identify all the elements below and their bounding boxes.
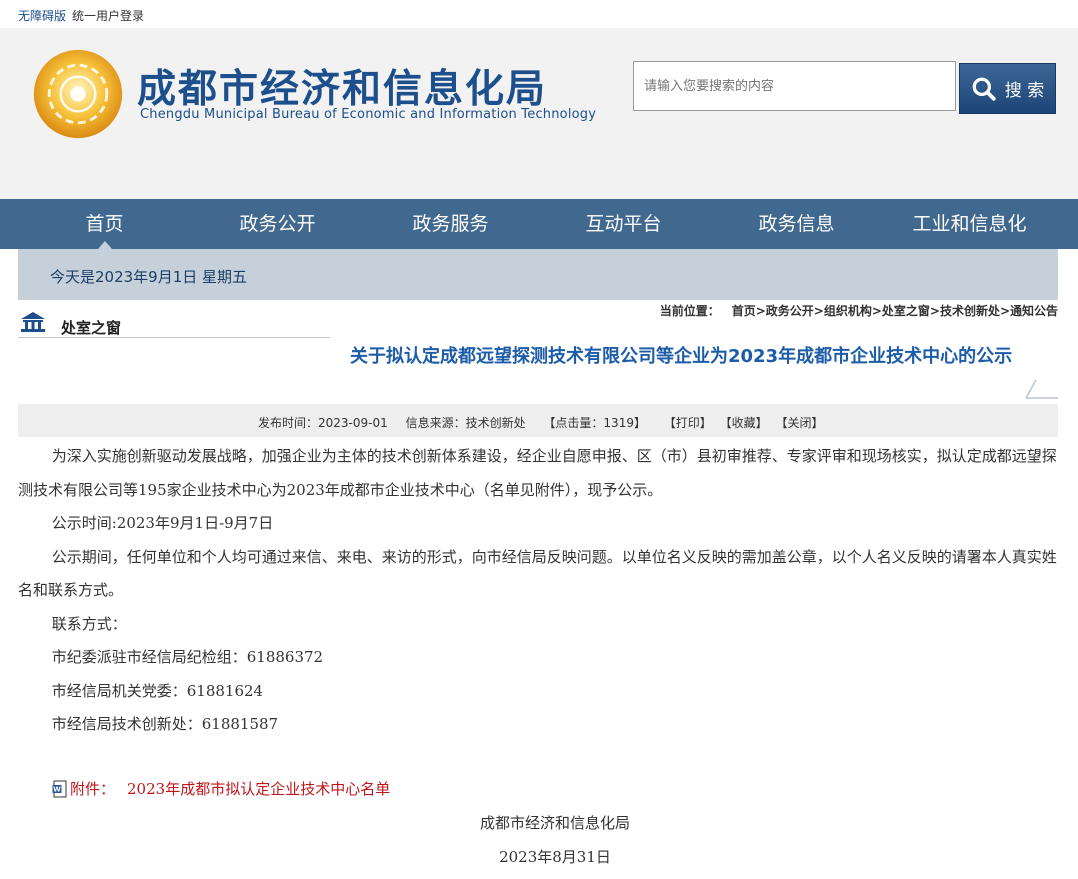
breadcrumb-path[interactable]: 首页>政务公开>组织机构>处室之窗>技术创新处>通知公告: [732, 304, 1058, 318]
article-meta-bar: 发布时间：2023-09-01 信息来源：技术创新处 【点击量：1319】 【打…: [18, 404, 1058, 437]
main-nav: 首页 政务公开 政务服务 互动平台 政务信息 工业和信息化: [0, 199, 1078, 249]
search-icon: [972, 77, 996, 101]
attachment-link[interactable]: 2023年成都市拟认定企业技术中心名单: [127, 778, 390, 799]
search-button[interactable]: 搜 索: [959, 63, 1056, 114]
word-document-icon: W: [52, 780, 67, 797]
date-bar: 今天是2023年9月1日 星期五: [18, 249, 1058, 300]
nav-interactive-platform[interactable]: 互动平台: [537, 199, 710, 249]
hit-count: 【点击量：1319】: [543, 416, 646, 430]
bureau-logo-icon[interactable]: [30, 46, 126, 142]
top-utility-bar: 无障碍版 统一用户登录: [0, 0, 1078, 28]
signature-org: 成都市经济和信息化局: [479, 814, 630, 832]
search-button-label: 搜 索: [1004, 81, 1045, 101]
signature-date: 2023年8月31日: [499, 848, 611, 866]
nav-government-services[interactable]: 政务服务: [364, 199, 537, 249]
print-button[interactable]: 【打印】: [664, 416, 712, 430]
paragraph-contact-heading: 联系方式：: [51, 614, 127, 633]
paragraph-feedback: 公示期间，任何单位和个人均可通过来信、来电、来访的形式，向市经信局反映问题。以单…: [18, 547, 1057, 600]
org-name-en: Chengdu Municipal Bureau of Economic and…: [140, 107, 597, 122]
title-decoration-icon: [1025, 379, 1058, 399]
contact-line: 市经信局技术创新处：61881587: [51, 715, 279, 733]
paragraph-intro: 为深入实施创新驱动发展战略，加强企业为主体的技术创新体系建设，经企业自愿申报、区…: [18, 447, 1057, 499]
search-input[interactable]: [633, 61, 956, 111]
site-header: 成都市经济和信息化局 Chengdu Municipal Bureau of E…: [0, 28, 1078, 199]
publish-time: 发布时间：2023-09-01: [258, 416, 388, 430]
nav-home[interactable]: 首页: [18, 199, 191, 249]
article-title: 关于拟认定成都远望探测技术有限公司等企业为2023年成都市企业技术中心的公示: [350, 346, 1013, 367]
contact-line: 市纪委派驻市经信局纪检组：61886372: [51, 648, 324, 666]
contact-line: 市经信局机关党委：61881624: [51, 681, 264, 700]
breadcrumb: 当前位置： 首页>政务公开>组织机构>处室之窗>技术创新处>通知公告: [660, 302, 1058, 319]
attachment-row: W 附件： 2023年成都市拟认定企业技术中心名单: [52, 778, 390, 799]
paragraph-period: 公示时间:2023年9月1日-9月7日: [51, 514, 274, 532]
nav-government-affairs-disclosure[interactable]: 政务公开: [191, 199, 364, 249]
sidebar-section-header: 处室之窗: [18, 308, 330, 338]
nav-government-info[interactable]: 政务信息: [710, 199, 883, 249]
unified-login-link[interactable]: 统一用户登录: [72, 7, 144, 24]
accessibility-link[interactable]: 无障碍版: [18, 7, 66, 24]
nav-industry-it[interactable]: 工业和信息化: [883, 199, 1056, 249]
close-button[interactable]: 【关闭】: [775, 416, 823, 430]
building-icon: [21, 312, 45, 332]
attachment-label: 附件：: [70, 780, 116, 798]
today-date: 今天是2023年9月1日 星期五: [50, 268, 248, 286]
svg-text:W: W: [53, 785, 61, 793]
breadcrumb-label: 当前位置：: [659, 304, 720, 318]
org-name-cn: 成都市经济和信息化局: [137, 67, 548, 112]
sidebar-title: 处室之窗: [61, 319, 122, 337]
info-source: 信息来源：技术创新处: [405, 416, 526, 430]
article-body: 为深入实施创新驱动发展战略，加强企业为主体的技术创新体系建设，经企业自愿申报、区…: [18, 440, 1058, 742]
favorite-button[interactable]: 【收藏】: [720, 416, 768, 430]
